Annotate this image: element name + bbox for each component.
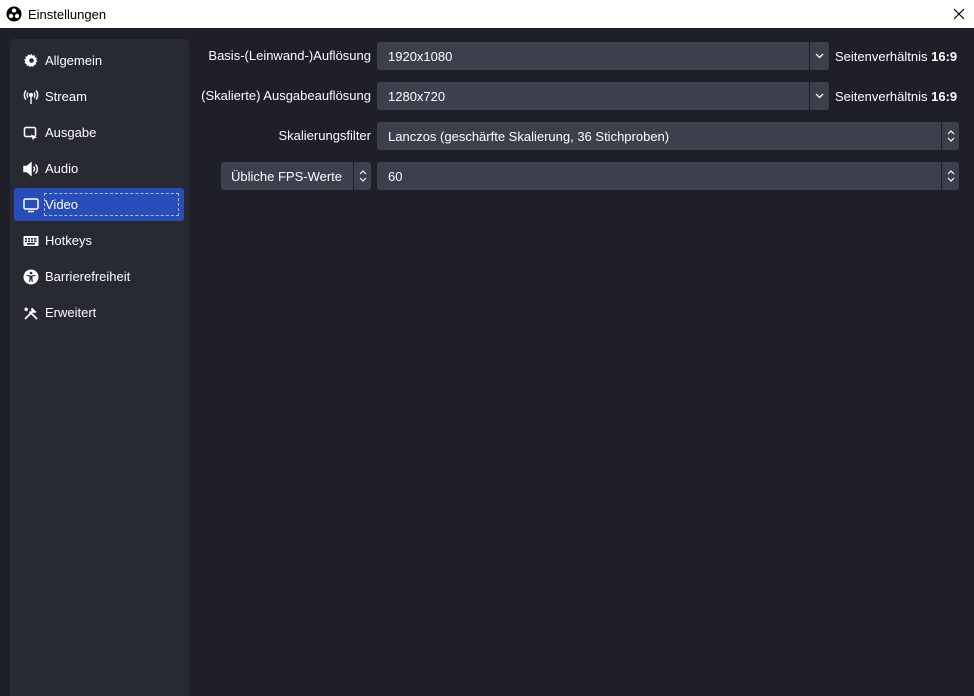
scale-filter-value: Lanczos (geschärfte Skalierung, 36 Stich… [388, 128, 670, 144]
sidebar-item-ausgabe[interactable]: Ausgabe [14, 116, 184, 149]
settings-sidebar: Allgemein Stream Ausgabe Audio Video Hot… [10, 39, 189, 696]
fps-value-select[interactable]: 60 [377, 162, 959, 190]
accessibility-icon [23, 269, 39, 285]
speaker-icon [23, 160, 39, 177]
sidebar-item-label: Ausgabe [45, 125, 97, 140]
sidebar-item-label: Video [44, 193, 179, 216]
scale-filter-label: Skalierungsfilter [278, 128, 372, 143]
close-icon [953, 8, 965, 20]
base-aspect-ratio: Seitenverhältnis 16:9 [835, 49, 958, 64]
base-resolution-label: Basis-(Leinwand-)Auflösung [208, 48, 371, 63]
sidebar-item-label: Erweitert [45, 305, 97, 320]
title-bar: Einstellungen [0, 0, 974, 28]
fps-value: 60 [388, 168, 403, 184]
output-icon [23, 125, 39, 141]
close-button[interactable] [948, 3, 970, 25]
base-resolution-combo[interactable]: 1920x1080 [377, 42, 829, 70]
scale-filter-select[interactable]: Lanczos (geschärfte Skalierung, 36 Stich… [377, 122, 959, 150]
output-aspect-ratio: Seitenverhältnis 16:9 [835, 89, 958, 104]
fps-type-select[interactable]: Übliche FPS-Werte [221, 162, 371, 190]
up-down-arrows-icon [353, 162, 371, 190]
chevron-down-icon[interactable] [809, 42, 829, 70]
sidebar-item-barrierefreiheit[interactable]: Barrierefreiheit [14, 260, 184, 293]
base-resolution-value: 1920x1080 [388, 48, 453, 64]
sidebar-item-video[interactable]: Video [14, 188, 184, 221]
sidebar-item-label: Audio [45, 161, 79, 176]
sidebar-item-hotkeys[interactable]: Hotkeys [14, 224, 184, 257]
tools-icon [23, 305, 39, 321]
sidebar-item-erweitert[interactable]: Erweitert [14, 296, 184, 329]
antenna-icon [23, 89, 39, 105]
window-title: Einstellungen [28, 6, 107, 22]
up-down-arrows-icon [941, 122, 959, 150]
sidebar-item-audio[interactable]: Audio [14, 152, 184, 185]
output-resolution-label: (Skalierte) Ausgabeauflösung [201, 88, 371, 103]
sidebar-item-label: Hotkeys [45, 233, 92, 248]
sidebar-item-stream[interactable]: Stream [14, 80, 184, 113]
monitor-icon [23, 197, 39, 213]
sidebar-item-label: Allgemein [45, 53, 103, 68]
fps-type-value: Übliche FPS-Werte [231, 168, 343, 184]
up-down-arrows-icon [941, 162, 959, 190]
output-resolution-value: 1280x720 [388, 88, 446, 104]
sidebar-item-label: Barrierefreiheit [45, 269, 131, 284]
gear-icon [23, 53, 39, 69]
obs-logo-icon [6, 6, 22, 22]
sidebar-item-label: Stream [45, 89, 87, 104]
output-resolution-combo[interactable]: 1280x720 [377, 82, 829, 110]
keyboard-icon [23, 233, 39, 249]
sidebar-item-allgemein[interactable]: Allgemein [14, 44, 184, 77]
settings-content: Allgemein Stream Ausgabe Audio Video Hot… [0, 28, 974, 696]
chevron-down-icon[interactable] [809, 82, 829, 110]
